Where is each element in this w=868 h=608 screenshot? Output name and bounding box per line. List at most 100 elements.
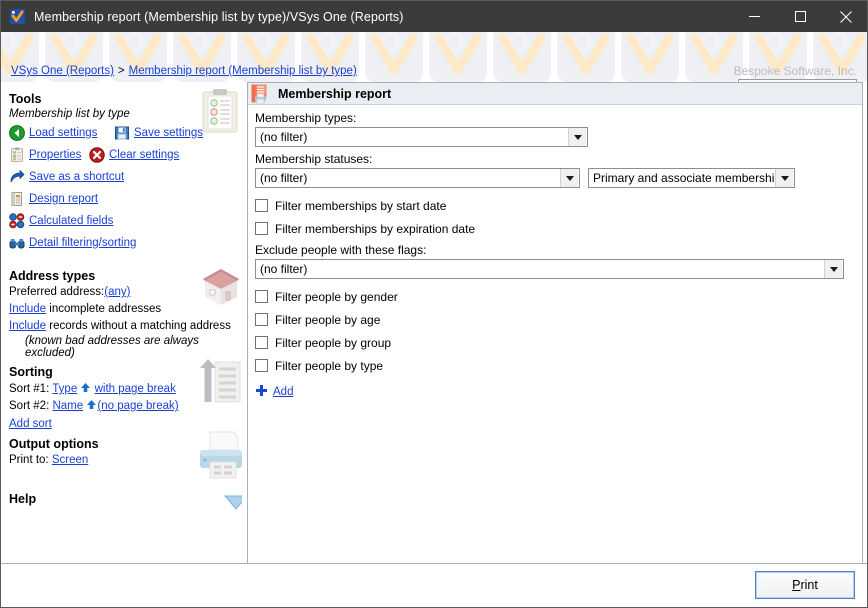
checkbox-filter-people-type[interactable]: Filter people by type — [255, 354, 855, 377]
chevron-down-icon[interactable] — [568, 128, 586, 146]
checkbox-label: Filter people by group — [275, 336, 391, 350]
breadcrumb-item-reports[interactable]: VSys One (Reports) — [11, 65, 114, 77]
checkbox-filter-people-gender[interactable]: Filter people by gender — [255, 285, 855, 308]
exclude-flags-value: (no filter) — [256, 262, 824, 276]
red-x-circle-icon — [89, 147, 105, 163]
preferred-address-value[interactable]: (any) — [104, 286, 130, 298]
add-sort-link[interactable]: Add sort — [9, 418, 52, 430]
sorting-heading: Sorting — [9, 365, 53, 379]
sort-document-icon — [197, 357, 242, 407]
print-button-label: rint — [800, 578, 817, 592]
sort-ascending-arrow-icon[interactable] — [80, 382, 91, 396]
tool-detail-filtering-sorting[interactable]: Detail filtering/sorting — [9, 233, 136, 252]
binoculars-icon — [9, 235, 25, 251]
tool-save-settings[interactable]: Save settings — [114, 123, 203, 142]
exclude-flags-label: Exclude people with these flags: — [255, 243, 855, 257]
checkbox-label: Filter people by gender — [275, 290, 398, 304]
tool-design-report[interactable]: Design report — [9, 189, 98, 208]
checkbox-box[interactable] — [255, 313, 268, 326]
header-band: VSys One (Reports)>Membership report (Me… — [1, 32, 868, 82]
address-types-heading: Address types — [9, 269, 95, 283]
print-to-row: Print to: Screen — [9, 454, 88, 466]
tool-save-as-shortcut[interactable]: Save as a shortcut — [9, 167, 124, 186]
window-title: Membership report (Membership list by ty… — [34, 10, 404, 24]
sort-2-page-break[interactable]: (no page break) — [97, 400, 178, 412]
chevron-down-icon[interactable] — [560, 169, 578, 187]
tool-clear-settings[interactable]: Clear settings — [89, 145, 179, 164]
membership-statuses-label: Membership statuses: — [255, 152, 855, 166]
checkbox-filter-people-age[interactable]: Filter people by age — [255, 308, 855, 331]
minimize-button[interactable] — [731, 1, 777, 32]
checkbox-filter-people-group[interactable]: Filter people by group — [255, 331, 855, 354]
checkbox-filter-memberships-expiration-date[interactable]: Filter memberships by expiration date — [255, 217, 855, 240]
sort-1-label: Sort #1: — [9, 383, 49, 395]
sort-2-label: Sort #2: — [9, 400, 49, 412]
add-filter-row[interactable]: Add — [255, 384, 855, 400]
preferred-address-label: Preferred address: — [9, 286, 104, 298]
tool-calculated-fields-label: Calculated fields — [29, 215, 113, 227]
include-no-match-link[interactable]: Include — [9, 320, 46, 332]
close-button[interactable] — [823, 1, 868, 32]
branding-label: Bespoke Software, Inc. — [734, 64, 857, 78]
report-options-panel: Membership report Membership types: (no … — [247, 82, 863, 564]
maximize-button[interactable] — [777, 1, 823, 32]
checkbox-box[interactable] — [255, 359, 268, 372]
watermark-tile — [557, 32, 615, 82]
tools-subtitle: Membership list by type — [9, 108, 130, 120]
sort-1-row: Sort #1: Type with page break — [9, 382, 176, 396]
clipboard-properties-icon — [9, 147, 25, 163]
checkbox-label: Filter people by type — [275, 359, 383, 373]
membership-scope-select[interactable]: Primary and associate memberships — [588, 168, 795, 188]
membership-types-label: Membership types: — [255, 111, 855, 125]
tool-properties-label: Properties — [29, 149, 81, 161]
exclude-flags-select[interactable]: (no filter) — [255, 259, 844, 279]
chevron-down-icon[interactable] — [824, 260, 842, 278]
clipboard-checklist-icon — [199, 88, 241, 134]
checkbox-box[interactable] — [255, 290, 268, 303]
checkbox-box[interactable] — [255, 199, 268, 212]
chevron-down-icon[interactable] — [775, 169, 793, 187]
tool-properties[interactable]: Properties — [9, 145, 81, 164]
breadcrumb-item-membership-report[interactable]: Membership report (Membership list by ty… — [129, 65, 357, 77]
bottom-bar: Print — [1, 563, 867, 607]
sort-1-page-break[interactable]: with page break — [95, 383, 176, 395]
print-button[interactable]: Print — [755, 571, 855, 599]
watermark-tile — [429, 32, 487, 82]
sidebar: Tools Membership list by type — [1, 82, 242, 608]
calculated-fields-icon — [9, 213, 25, 229]
print-to-value[interactable]: Screen — [52, 454, 88, 466]
membership-types-select[interactable]: (no filter) — [255, 127, 588, 147]
breadcrumb: VSys One (Reports)>Membership report (Me… — [11, 65, 357, 77]
membership-statuses-select[interactable]: (no filter) — [255, 168, 580, 188]
tool-calculated-fields[interactable]: Calculated fields — [9, 211, 113, 230]
add-filter-link[interactable]: Add — [273, 386, 293, 398]
tool-load-settings-label: Load settings — [29, 127, 97, 139]
report-panel-header: Membership report — [248, 83, 862, 105]
include-no-matching-address-row: Include records without a matching addre… — [9, 320, 231, 332]
report-book-printer-icon — [251, 84, 269, 104]
membership-types-value: (no filter) — [256, 130, 568, 144]
include-incomplete-link[interactable]: Include — [9, 303, 46, 315]
include-incomplete-addresses-row: Include incomplete addresses — [9, 303, 161, 315]
checkbox-label: Filter people by age — [275, 313, 380, 327]
membership-statuses-value: (no filter) — [256, 171, 560, 185]
plus-icon — [255, 384, 268, 400]
sort-2-field[interactable]: Name — [52, 400, 83, 412]
house-icon — [199, 264, 242, 308]
watermark-tile — [621, 32, 679, 82]
tool-load-settings[interactable]: Load settings — [9, 123, 97, 142]
panel-divider — [242, 82, 243, 564]
tool-detail-filtering-sorting-label: Detail filtering/sorting — [29, 237, 136, 249]
blue-chevron-down-icon[interactable] — [224, 494, 242, 513]
checkbox-box[interactable] — [255, 336, 268, 349]
checkbox-label: Filter memberships by start date — [275, 199, 446, 213]
bad-addresses-note: (known bad addresses are always excluded… — [25, 335, 242, 359]
help-heading[interactable]: Help — [9, 492, 36, 506]
green-load-arrow-icon — [9, 125, 25, 141]
sort-ascending-arrow-icon[interactable] — [86, 399, 97, 413]
checkbox-filter-memberships-start-date[interactable]: Filter memberships by start date — [255, 194, 855, 217]
printer-icon — [194, 430, 242, 482]
sort-1-field[interactable]: Type — [52, 383, 77, 395]
checkbox-box[interactable] — [255, 222, 268, 235]
report-options-form: Membership types: (no filter) Membership… — [248, 105, 862, 400]
